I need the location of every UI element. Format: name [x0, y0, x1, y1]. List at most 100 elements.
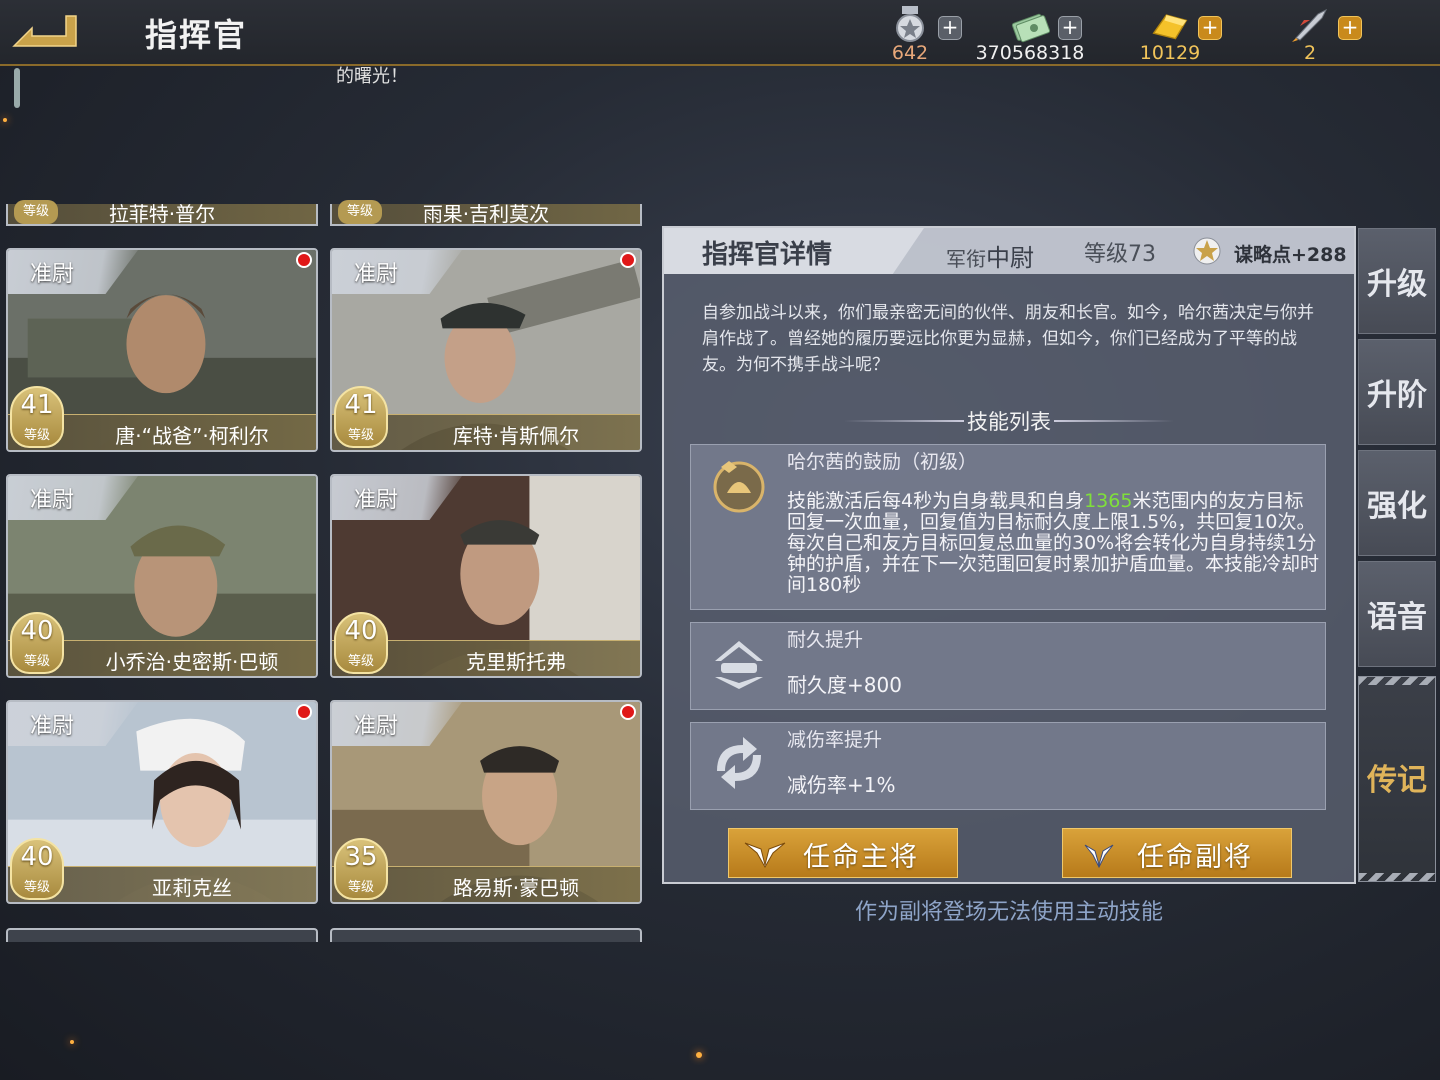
appoint-deputy-general-button[interactable]: 任命副将 [1062, 828, 1292, 878]
rank-label: 军衔 [946, 247, 986, 271]
tab-label: 强化 [1367, 489, 1427, 524]
tab-label: 升级 [1367, 267, 1427, 302]
new-indicator-dot [296, 252, 312, 268]
level-number: 41 [20, 390, 54, 420]
rank-label: 准尉 [30, 714, 75, 739]
wings-icon [1084, 844, 1114, 869]
commander-card[interactable]: 准尉 小乔治·史密斯·巴顿 40 等级 [6, 474, 318, 678]
resource-cash: + 370568318 [976, 4, 1120, 64]
add-medal-button[interactable]: + [938, 16, 962, 40]
cash-icon [1011, 13, 1050, 43]
skill-desc-text: 技能激活后每4秒为自身载具和自身 [787, 490, 1085, 512]
strategy-star-icon [1193, 237, 1221, 265]
tab-stripe [1359, 873, 1435, 881]
commander-detail-panel: 指挥官详情 军衔中尉 等级73 谋略点+288 自参加战斗以来，你们最亲密无间的… [662, 226, 1356, 884]
add-cash-button[interactable]: + [1058, 16, 1082, 40]
commander-name: 亚莉克丝 [152, 876, 232, 900]
level-label: 等级 [23, 880, 50, 895]
tab-voice[interactable]: 语音 [1358, 561, 1436, 667]
tab-label: 升阶 [1367, 378, 1427, 413]
rank-label: 准尉 [354, 262, 399, 287]
button-label: 任命副将 [1137, 842, 1253, 873]
medal-icon [896, 6, 924, 42]
detail-title: 指挥官详情 [702, 240, 833, 270]
damage-reduction-icon [717, 737, 761, 789]
commander-card[interactable]: 准尉 库特·肯斯佩尔 41 等级 [330, 248, 642, 452]
page-title: 指挥官 [145, 16, 248, 54]
level-label: 等级 [23, 428, 50, 443]
tab-upgrade[interactable]: 升级 [1358, 228, 1436, 334]
rank-label: 准尉 [354, 488, 399, 513]
strategy-text: 谋略点+288 [1234, 244, 1347, 266]
skill-card-durability[interactable]: 耐久提升 耐久度+800 [690, 622, 1326, 710]
commander-card[interactable]: 准尉 克里斯托弗 40 等级 [330, 474, 642, 678]
deputy-hint-text: 作为副将登场无法使用主动技能 [854, 900, 1163, 925]
durability-icon [715, 641, 763, 689]
button-label: 任命主将 [803, 842, 919, 873]
resource-rocket: + 2 [1260, 4, 1400, 64]
detail-header: 指挥官详情 军衔中尉 等级73 谋略点+288 [664, 228, 1354, 274]
commander-name: 克里斯托弗 [466, 650, 566, 674]
top-bar: 指挥官 + 642 + 370568318 + 10129 + 2 [0, 0, 1440, 66]
commander-name: 小乔治·史密斯·巴顿 [105, 650, 279, 674]
level-number: 40 [20, 616, 54, 646]
skill-value: 减伤率+1% [787, 773, 896, 797]
rank-label: 准尉 [30, 488, 75, 513]
commander-card-partial[interactable] [6, 928, 318, 942]
list-scrollbar[interactable] [14, 68, 20, 108]
level-badge: 40 等级 [334, 612, 388, 674]
level-label: 等级 [347, 654, 374, 669]
divider [1054, 420, 1174, 422]
tab-biography[interactable]: 传记 [1358, 676, 1436, 882]
skill-value: 耐久度+800 [787, 673, 902, 697]
ember-spark [70, 1040, 74, 1044]
commander-name: 雨果·吉利莫次 [422, 202, 550, 226]
tab-stripe [1359, 677, 1435, 685]
encourage-icon [713, 461, 765, 513]
level-badge: 41 等级 [10, 386, 64, 448]
appoint-main-general-button[interactable]: 任命主将 [728, 828, 958, 878]
commander-description: 自参加战斗以来，你们最亲密无间的伙伴、朋友和长官。如今，哈尔茜决定与你并肩作战了… [702, 303, 1314, 375]
commander-name: 拉菲特·普尔 [108, 202, 216, 226]
ember-spark [696, 1052, 702, 1058]
skill-range-value: 1365 [1084, 490, 1133, 512]
tab-label: 语音 [1367, 600, 1427, 635]
tab-enhance[interactable]: 强化 [1358, 450, 1436, 556]
rocket-count: 2 [1303, 42, 1317, 64]
resource-gold: + 10129 [1120, 4, 1260, 64]
skill-card-damage-reduction[interactable]: 减伤率提升 减伤率+1% [690, 722, 1326, 810]
tab-promote[interactable]: 升阶 [1358, 339, 1436, 445]
skill-name: 哈尔茜的鼓励（初级） [787, 451, 978, 473]
commander-card[interactable]: 准尉 路易斯·蒙巴顿 35 等级 [330, 700, 642, 904]
add-gold-button[interactable]: + [1198, 16, 1222, 40]
cash-count: 370568318 [975, 42, 1085, 64]
skill-name: 减伤率提升 [787, 729, 883, 751]
rank-label: 准尉 [354, 714, 399, 739]
commander-name: 库特·肯斯佩尔 [452, 424, 580, 448]
rocket-icon [1292, 8, 1328, 42]
rank-label: 准尉 [30, 262, 75, 287]
add-rocket-button[interactable]: + [1338, 16, 1362, 40]
level-badge: 40 等级 [10, 612, 64, 674]
new-indicator-dot [620, 252, 636, 268]
level-label: 等级 [347, 428, 374, 443]
skill-list-title: 技能列表 [967, 410, 1051, 434]
skill-description: 技能激活后每4秒为自身载具和自身1365米范围内的友方目标回复一次血量，回复值为… [787, 491, 1319, 596]
commander-card[interactable]: 准尉 亚莉克丝 40 等级 [6, 700, 318, 904]
medal-count: 642 [891, 42, 929, 64]
notice-text: 的曙光！ [336, 66, 408, 87]
commander-card[interactable]: 准尉 唐·“战爸”·柯利尔 41 等级 [6, 248, 318, 452]
military-rank: 军衔中尉 [946, 238, 1034, 273]
level-badge: 35 等级 [334, 838, 388, 900]
commander-card-partial[interactable] [330, 928, 642, 942]
level-badge: 41 等级 [334, 386, 388, 448]
skill-card-encourage[interactable]: 哈尔茜的鼓励（初级） 技能激活后每4秒为自身载具和自身1365米范围内的友方目标… [690, 444, 1326, 610]
back-button[interactable] [10, 10, 82, 50]
new-indicator-dot [296, 704, 312, 720]
commander-card-partial[interactable]: 等级 雨果·吉利莫次 [330, 200, 642, 226]
detail-title-tab: 指挥官详情 [664, 228, 924, 274]
commander-card-partial[interactable]: 等级 拉菲特·普尔 [6, 200, 318, 226]
back-arrow-icon [12, 15, 77, 47]
gold-icon [1152, 14, 1188, 40]
level-number: 35 [344, 842, 378, 872]
